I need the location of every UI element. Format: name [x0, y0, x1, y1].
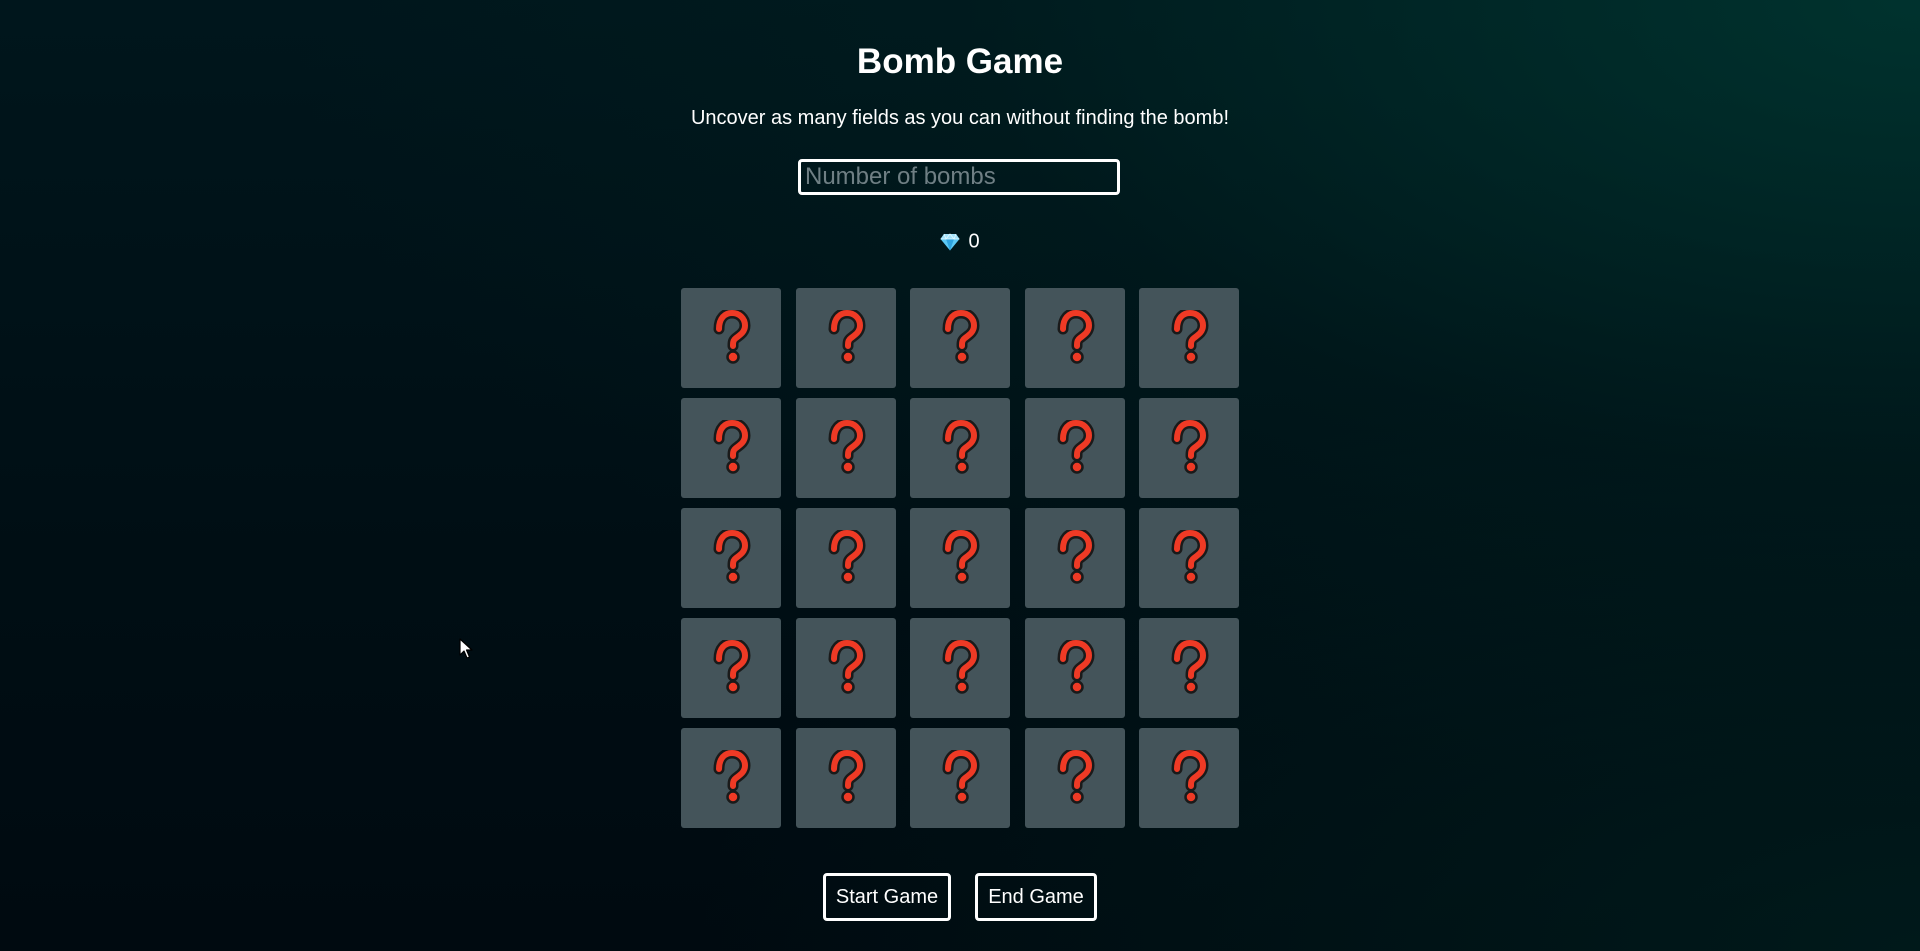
- board-tile[interactable]: [1024, 728, 1125, 828]
- question-mark-icon: [942, 530, 980, 584]
- bomb-count-input[interactable]: [798, 159, 1120, 195]
- board-tile[interactable]: [795, 288, 896, 388]
- gem-score: 0: [0, 228, 1920, 255]
- board-tile[interactable]: [681, 288, 781, 388]
- board-tile[interactable]: [910, 728, 1010, 828]
- question-mark-icon: [1171, 420, 1209, 474]
- question-mark-icon: [1171, 750, 1209, 804]
- board-tile[interactable]: [1139, 398, 1239, 498]
- question-mark-icon: [713, 530, 751, 584]
- question-mark-icon: [713, 640, 751, 694]
- question-mark-icon: [713, 420, 751, 474]
- question-mark-icon: [713, 310, 751, 364]
- question-mark-icon: [828, 750, 865, 804]
- board-tile[interactable]: [910, 508, 1010, 608]
- question-mark-icon: [1171, 640, 1209, 694]
- board-tile[interactable]: [910, 398, 1010, 498]
- board-tile[interactable]: [910, 618, 1010, 718]
- question-mark-icon: [942, 640, 980, 694]
- board-tile[interactable]: [1024, 288, 1125, 388]
- question-mark-icon: [828, 640, 865, 694]
- question-mark-icon: [1057, 530, 1094, 584]
- board-tile[interactable]: [1139, 288, 1239, 388]
- board-tile[interactable]: [795, 398, 896, 498]
- board-tile[interactable]: [1024, 618, 1125, 718]
- board-tile[interactable]: [795, 728, 896, 828]
- start-game-button[interactable]: Start Game: [823, 873, 951, 921]
- board-tile[interactable]: [795, 618, 896, 718]
- question-mark-icon: [1057, 420, 1094, 474]
- board-tile[interactable]: [681, 618, 781, 718]
- question-mark-icon: [942, 420, 980, 474]
- board-tile[interactable]: [681, 398, 781, 498]
- board-tile[interactable]: [1139, 618, 1239, 718]
- board-tile[interactable]: [1024, 508, 1125, 608]
- board-tile[interactable]: [681, 508, 781, 608]
- game-board: [681, 288, 1239, 828]
- board-tile[interactable]: [1139, 728, 1239, 828]
- question-mark-icon: [1057, 640, 1094, 694]
- question-mark-icon: [942, 310, 980, 364]
- question-mark-icon: [828, 530, 865, 584]
- page-title: Bomb Game: [856, 42, 1064, 81]
- question-mark-icon: [828, 310, 865, 364]
- question-mark-icon: [713, 750, 751, 804]
- question-mark-icon: [1171, 530, 1209, 584]
- board-tile[interactable]: [910, 288, 1010, 388]
- board-tile[interactable]: [681, 728, 781, 828]
- board-tile[interactable]: [1024, 398, 1125, 498]
- board-tile[interactable]: [1139, 508, 1239, 608]
- question-mark-icon: [942, 750, 980, 804]
- question-mark-icon: [828, 420, 865, 474]
- gem-icon: [940, 233, 960, 251]
- game-instructions: Uncover as many fields as you can withou…: [690, 107, 1230, 129]
- mouse-cursor-icon: [459, 638, 473, 659]
- question-mark-icon: [1057, 750, 1094, 804]
- board-tile[interactable]: [795, 508, 896, 608]
- question-mark-icon: [1057, 310, 1094, 364]
- end-game-button[interactable]: End Game: [975, 873, 1097, 921]
- gem-count: 0: [968, 230, 980, 253]
- question-mark-icon: [1171, 310, 1209, 364]
